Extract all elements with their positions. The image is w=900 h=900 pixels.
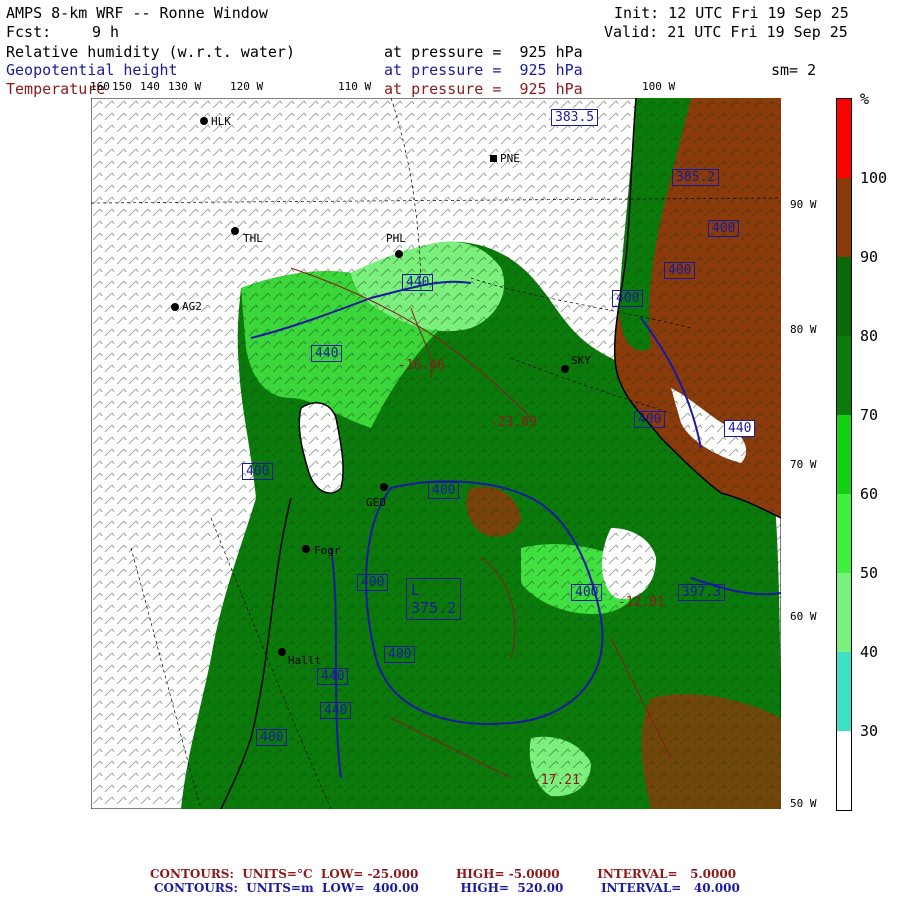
colorbar-bar — [836, 98, 852, 811]
station-dot-hlk — [200, 117, 208, 125]
colorbar-segment — [837, 336, 851, 415]
field-rh-level: at pressure = 925 hPa — [384, 43, 583, 61]
station-label-thl: THL — [243, 232, 263, 245]
station-label-sky: SKY — [571, 354, 591, 367]
field-height-name: Geopotential height — [6, 61, 178, 79]
height-label: 400 — [664, 262, 696, 279]
colorbar-segment — [837, 415, 851, 494]
colorbar-segment — [837, 178, 851, 257]
footer-temperature-contours: CONTOURS: UNITS=°C LOW= -25.000 HIGH= -5… — [150, 867, 737, 881]
height-label: 440 — [320, 702, 352, 719]
height-label: 440 — [402, 274, 434, 291]
height-label: 400 — [428, 482, 460, 499]
temp-label: -16.46 — [398, 358, 445, 373]
init-time: Init: 12 UTC Fri 19 Sep 25 — [614, 4, 849, 22]
station-dot-sky — [561, 365, 569, 373]
field-height-level: at pressure = 925 hPa — [384, 61, 583, 79]
map-panel — [91, 98, 781, 809]
station-label-hlk: HLK — [211, 115, 231, 128]
lon-label-150: 150 — [112, 80, 132, 93]
low-value: 375.2 — [411, 599, 457, 617]
lat-label-50: 50 W — [790, 797, 817, 810]
lon-label-130: 130 W — [168, 80, 202, 93]
colorbar-segment — [837, 652, 851, 731]
station-label-ag2: AG2 — [182, 300, 202, 313]
height-label: 400 — [384, 646, 416, 663]
forecast-label: Fcst: — [6, 23, 52, 41]
height-label: 400 — [634, 411, 666, 428]
height-label: 385.2 — [672, 169, 720, 186]
station-label-geo: GEO — [366, 496, 386, 509]
height-label: 400 — [571, 584, 603, 601]
height-label: 400 — [242, 463, 274, 480]
colorbar-segment — [837, 573, 851, 652]
height-label: 400 — [256, 729, 288, 746]
colorbar-tick-80: 80 — [860, 327, 879, 345]
lon-label-100: 100 W — [642, 80, 676, 93]
field-temp-level: at pressure = 925 hPa — [384, 80, 583, 98]
station-dot-pne — [490, 155, 497, 162]
station-dot-ag2 — [171, 303, 179, 311]
lat-label-60: 60 W — [790, 610, 817, 623]
height-label: 397.3 — [678, 584, 726, 601]
height-label: 440 — [311, 345, 343, 362]
height-label: 440 — [317, 668, 349, 685]
colorbar-tick-30: 30 — [860, 722, 879, 740]
colorbar-tick-40: 40 — [860, 643, 879, 661]
low-center-box: L 375.2 — [406, 578, 462, 620]
colorbar-segment — [837, 99, 851, 178]
lat-label-80: 80 W — [790, 323, 817, 336]
map-title: AMPS 8-km WRF -- Ronne Window — [6, 4, 268, 22]
station-dot-hallt — [278, 648, 286, 656]
lon-label-120: 120 W — [230, 80, 264, 93]
field-rh-name: Relative humidity (w.r.t. water) — [6, 43, 295, 61]
colorbar-segment — [837, 257, 851, 336]
colorbar-tick-90: 90 — [860, 248, 879, 266]
station-dot-phl — [395, 250, 403, 258]
station-label-pne: PNE — [500, 152, 520, 165]
colorbar-unit: % — [860, 90, 870, 108]
lat-label-90: 90 W — [790, 198, 817, 211]
height-label: 383.5 — [551, 109, 599, 126]
station-dot-geo — [380, 483, 388, 491]
temp-label: -23.09 — [490, 415, 537, 430]
low-symbol: L — [411, 581, 421, 599]
footer-height-contours: CONTOURS: UNITS=m LOW= 400.00 HIGH= 520.… — [154, 881, 740, 895]
colorbar-tick-50: 50 — [860, 564, 879, 582]
forecast-hours: 9 h — [92, 23, 120, 41]
temp-label: -17.21 — [533, 773, 580, 788]
colorbar-tick-60: 60 — [860, 485, 879, 503]
colorbar-tick-70: 70 — [860, 406, 879, 424]
height-label: 400 — [708, 220, 740, 237]
station-dot-thl — [231, 227, 239, 235]
station-label-phl: PHL — [386, 232, 406, 245]
station-label-fogr: Fogr — [314, 544, 341, 557]
lon-label-160: 160 — [90, 80, 110, 93]
height-label: 400 — [357, 574, 389, 591]
height-label: 440 — [724, 420, 756, 437]
station-label-hallt: Hallt — [288, 654, 322, 667]
lat-label-70: 70 W — [790, 458, 817, 471]
lon-label-110: 110 W — [338, 80, 372, 93]
height-label: 400 — [612, 290, 644, 307]
smoothing-label: sm= 2 — [771, 61, 817, 79]
colorbar-tick-100: 100 — [860, 169, 888, 187]
colorbar-segment — [837, 731, 851, 810]
colorbar-segment — [837, 494, 851, 573]
station-dot-fogr — [302, 545, 310, 553]
temp-label: -12.01 — [618, 595, 665, 610]
lon-label-140: 140 — [140, 80, 160, 93]
valid-time: Valid: 21 UTC Fri 19 Sep 25 — [604, 23, 848, 41]
